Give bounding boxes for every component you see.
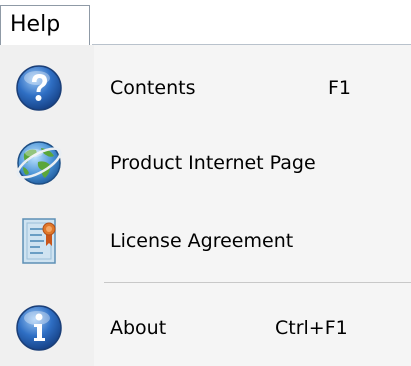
menu-item-label: Product Internet Page (110, 152, 316, 174)
help-dropdown-menu: Contents F1 Product Internet Page Licens… (0, 45, 411, 366)
menu-item-label: License Agreement (110, 230, 294, 252)
menu-item-license-agreement[interactable]: License Agreement (0, 206, 411, 276)
menu-item-shortcut: F1 (328, 77, 352, 99)
help-menu-window: Help Contents F1 Product Internet Page L… (0, 0, 411, 366)
menu-item-contents[interactable]: Contents F1 (0, 53, 411, 123)
info-icon (14, 303, 64, 353)
globe-icon (14, 138, 64, 188)
menu-bar: Help (0, 0, 411, 47)
certificate-icon (14, 216, 64, 266)
menu-item-label: About (110, 317, 167, 339)
menu-item-label: Contents (110, 77, 196, 99)
help-menu-tab[interactable]: Help (0, 5, 90, 45)
menu-item-about[interactable]: About Ctrl+F1 (0, 293, 411, 363)
menu-item-product-internet-page[interactable]: Product Internet Page (0, 128, 411, 198)
menu-separator (104, 282, 411, 283)
help-question-icon (14, 63, 64, 113)
menu-item-shortcut: Ctrl+F1 (275, 317, 348, 339)
